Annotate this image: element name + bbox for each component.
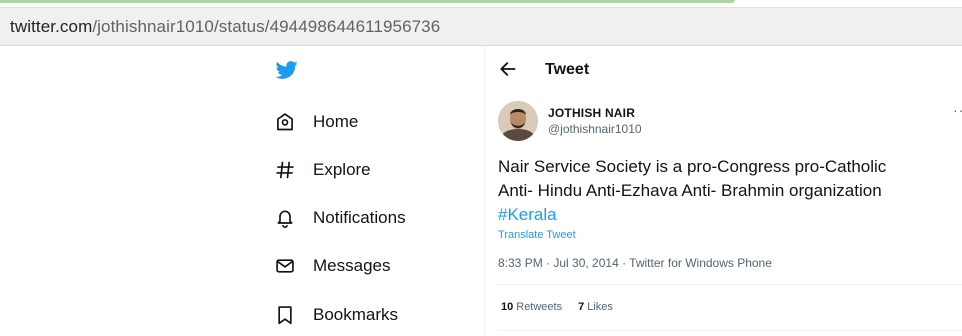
tweet-text-line: Anti- Hindu Anti-Ezhava Anti- Brahmin or… [498,181,882,200]
sidebar-item-label: Bookmarks [313,305,399,324]
sidebar-item-label: Messages [313,256,391,275]
sidebar-item-label: Explore [313,160,371,179]
translate-tweet-link[interactable]: Translate Tweet [498,229,576,241]
tweet-text: Nair Service Society is a pro-Congress p… [498,155,958,227]
envelope-icon [272,253,298,279]
twitter-bird-icon[interactable] [274,59,300,81]
hashtag-icon [272,157,298,183]
avatar[interactable] [498,101,538,141]
author-handle[interactable]: @jothishnair1010 [548,122,642,136]
browser-loading-bar [0,0,735,3]
more-options-icon[interactable]: ··· [953,102,962,118]
sidebar-item-notifications[interactable]: Notifications [272,203,406,233]
tweet-stats: 10 Retweets 7 Likes [501,301,613,313]
tweet-text-line: Nair Service Society is a pro-Congress p… [498,157,887,176]
tweet-header: Tweet [485,44,962,96]
sidebar-item-bookmarks[interactable]: Bookmarks [272,300,398,330]
arrow-left-icon[interactable] [498,59,518,79]
sidebar-item-label: Home [313,112,359,131]
tweet-timestamp[interactable]: 8:33 PM · Jul 30, 2014 · Twitter for Win… [498,256,772,270]
address-bar[interactable]: twitter.com/jothishnair1010/status/49449… [0,7,962,46]
sidebar-item-explore[interactable]: Explore [272,155,371,185]
url-text[interactable]: twitter.com/jothishnair1010/status/49449… [10,17,440,37]
retweets-count: 10 [501,301,514,313]
divider [498,330,962,331]
hashtag-link[interactable]: #Kerala [498,205,557,224]
retweets-stat[interactable]: 10 Retweets [501,301,562,313]
likes-label: Likes [587,301,613,313]
sidebar-item-home[interactable]: Home [272,107,358,137]
likes-stat[interactable]: 7 Likes [578,301,613,313]
sidebar-item-messages[interactable]: Messages [272,251,390,281]
bell-icon [272,205,298,231]
page-title: Tweet [545,61,590,78]
home-icon [272,109,298,135]
likes-count: 7 [578,301,585,313]
retweets-label: Retweets [516,301,563,313]
divider [498,284,962,285]
sidebar-item-label: Notifications [313,208,406,227]
bookmark-icon [272,302,298,328]
author-name[interactable]: JOTHISH NAIR [548,106,635,120]
tweet-column: Tweet JOTHISH NAIR @jothishnair1010 ··· … [485,44,962,336]
